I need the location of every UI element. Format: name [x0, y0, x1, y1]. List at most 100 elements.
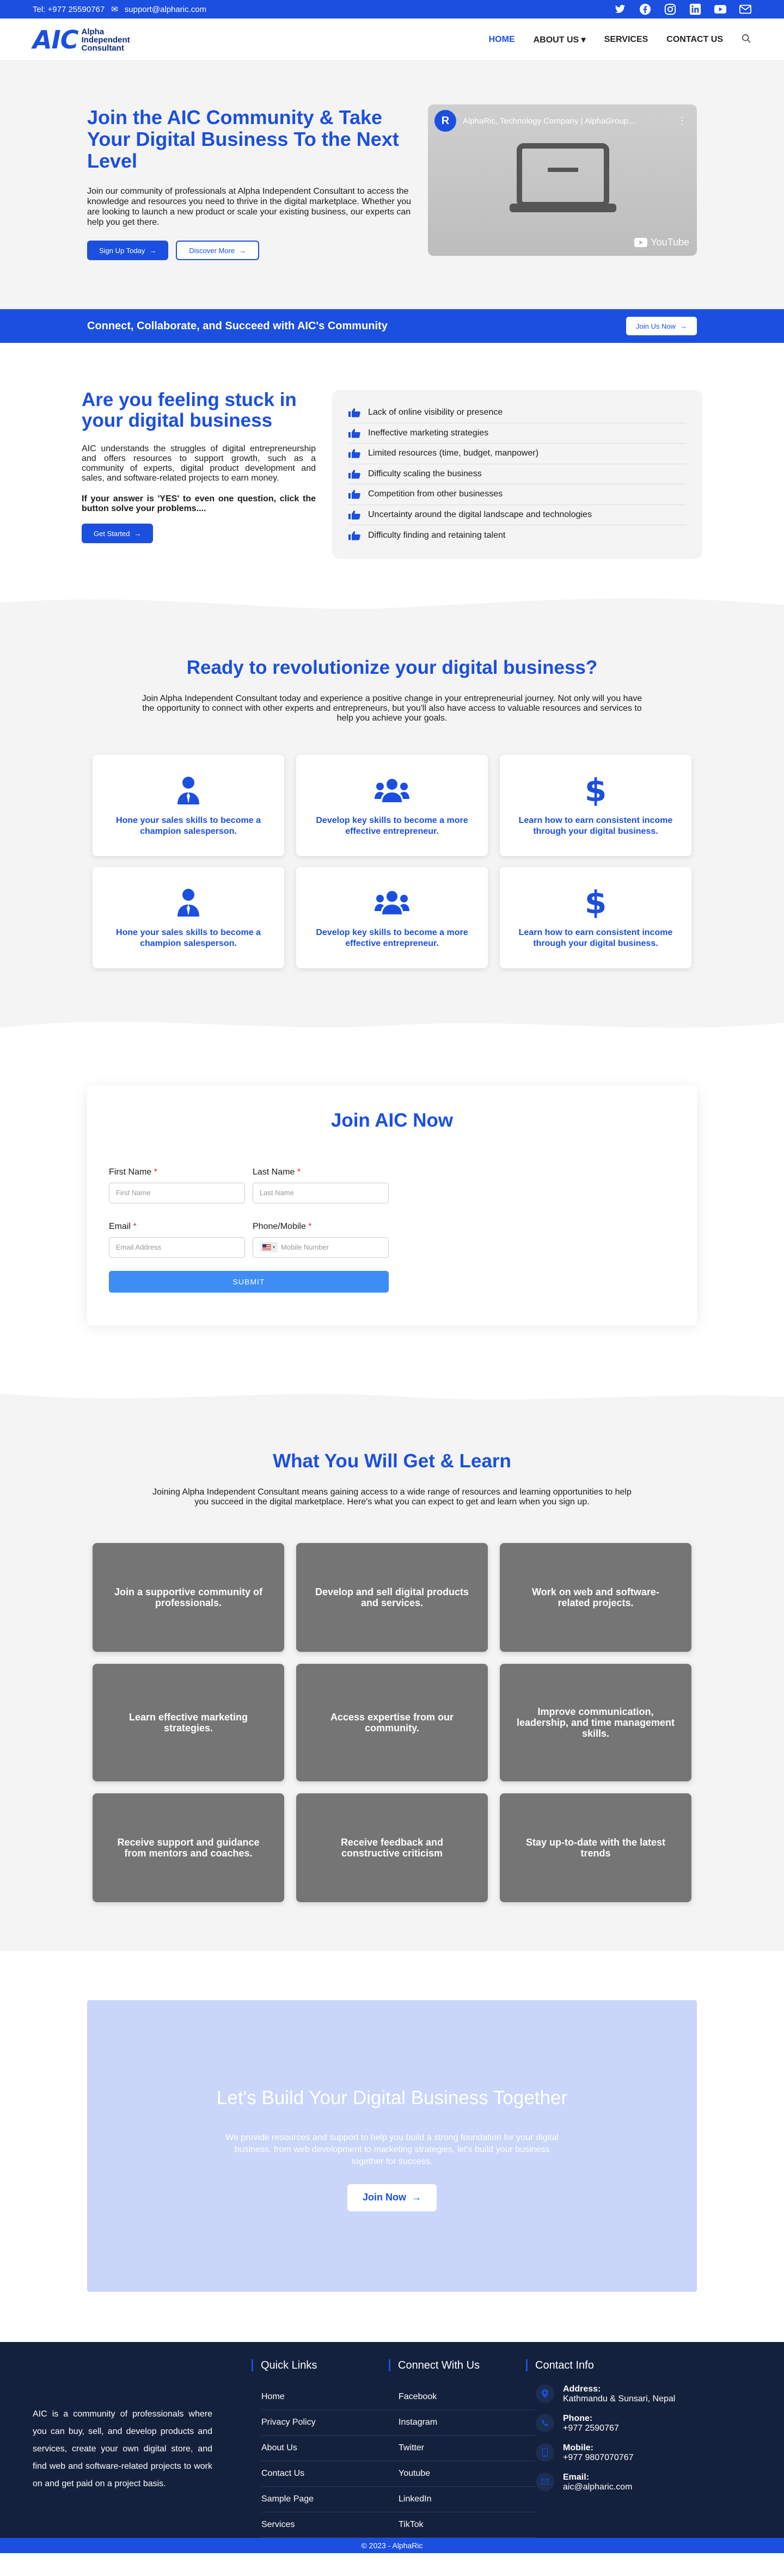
problems-list: Lack of online visibility or presence In…	[332, 390, 702, 559]
facebook-icon[interactable]	[639, 3, 651, 15]
nav-home[interactable]: HOME	[489, 35, 515, 45]
feature-card: $ Learn how to earn consistent income thr…	[500, 754, 691, 856]
join-now-button[interactable]: Join Now →	[347, 2184, 437, 2211]
contact-address: Address: Kathmandu & Sunsari, Nepal	[536, 2384, 721, 2404]
footer-link-sample[interactable]: Sample Page	[261, 2487, 399, 2512]
video-embed[interactable]: R AlphaRic, Technology Company | AlphaGr…	[428, 104, 697, 256]
youtube-icon[interactable]	[714, 3, 726, 15]
footer-link-linkedin[interactable]: LinkedIn	[399, 2487, 536, 2512]
person-icon	[176, 886, 200, 919]
first-name-field[interactable]: First Name	[109, 1182, 245, 1203]
cta-title: Let's Build Your Digital Business Togeth…	[216, 2087, 568, 2108]
mail-icon	[536, 2472, 554, 2491]
footer-link-services[interactable]: Services	[261, 2512, 399, 2538]
discover-more-button[interactable]: Discover More →	[176, 241, 260, 260]
first-name-placeholder: First Name	[116, 1189, 151, 1197]
mobile-label: Mobile:	[563, 2443, 593, 2452]
nav-services[interactable]: SERVICES	[604, 35, 648, 45]
footer-link-facebook[interactable]: Facebook	[399, 2384, 536, 2410]
contact-email: Email: aic@alpharic.com	[536, 2472, 721, 2492]
footer-link-tiktok[interactable]: TikTok	[399, 2512, 536, 2538]
footer-link-youtube[interactable]: Youtube	[399, 2461, 536, 2487]
thumbs-up-icon	[348, 510, 360, 520]
list-item: Difficulty finding and retaining talent	[348, 525, 686, 546]
cta-section: Let's Build Your Digital Business Togeth…	[0, 1951, 784, 2342]
email-field[interactable]: Email Address	[109, 1237, 245, 1258]
feature-card: $ Learn how to earn consistent income thr…	[500, 866, 691, 968]
sign-up-button[interactable]: Sign Up Today →	[87, 241, 169, 260]
feature-text: Hone your sales skills to become a champ…	[116, 815, 261, 836]
footer-link-home[interactable]: Home	[261, 2384, 399, 2410]
get-started-button[interactable]: Get Started →	[82, 524, 154, 543]
hero-text: Join our community of professionals at A…	[87, 187, 412, 227]
stuck-question: If your answer is 'YES' to even one ques…	[82, 494, 316, 513]
nav-about-us[interactable]: ABOUT US ▾	[534, 34, 586, 45]
contact-title: Contact Info	[526, 2359, 721, 2371]
last-name-field[interactable]: Last Name	[253, 1182, 389, 1203]
footer-link-about[interactable]: About Us	[261, 2436, 399, 2461]
country-flag-icon[interactable]: ▾	[260, 1242, 278, 1252]
footer-link-privacy[interactable]: Privacy Policy	[261, 2410, 399, 2436]
nav-about-us-label: ABOUT US	[533, 35, 579, 45]
footer-link-contact[interactable]: Contact Us	[261, 2461, 399, 2487]
site-header: AIC Alpha Independent Consultant HOME AB…	[0, 19, 784, 61]
submit-button[interactable]: SUBMIT	[109, 1270, 389, 1293]
search-icon[interactable]	[742, 34, 751, 46]
phone-link[interactable]: Tel: +977 25590767	[33, 5, 105, 14]
learn-card: Work on web and software-related project…	[500, 1542, 691, 1652]
site-logo[interactable]: AIC Alpha Independent Consultant	[33, 25, 130, 54]
person-icon	[176, 774, 200, 807]
list-item: Uncertainty around the digital landscape…	[348, 505, 686, 525]
last-name-label: Last Name *	[253, 1167, 389, 1177]
email-label: Email:	[563, 2472, 590, 2482]
thumbs-up-icon	[348, 448, 360, 458]
footer-link-instagram[interactable]: Instagram	[399, 2410, 536, 2436]
copyright: © 2023 - AlphaRic	[0, 2537, 784, 2553]
phone-field[interactable]: ▾ Mobile Number	[253, 1237, 389, 1258]
learn-card: Develop and sell digital products and se…	[296, 1542, 488, 1652]
learn-text: Joining Alpha Independent Consultant mea…	[152, 1487, 632, 1507]
last-name-placeholder: Last Name	[260, 1189, 294, 1197]
join-form-section: Join AIC Now First Name * First Name Las…	[0, 1039, 784, 1385]
problem-text: Ineffective marketing strategies	[368, 428, 489, 438]
learn-card: Access expertise from our community.	[296, 1663, 488, 1781]
arrow-right-icon: →	[239, 246, 247, 255]
learn-card: Receive feedback and constructive critic…	[296, 1793, 488, 1902]
thumbs-up-icon	[348, 408, 360, 417]
twitter-icon[interactable]	[614, 3, 626, 15]
envelope-icon[interactable]	[739, 3, 751, 15]
address-label: Address:	[563, 2384, 601, 2394]
email-link[interactable]: support@alpharic.com	[125, 5, 206, 14]
instagram-icon[interactable]	[664, 3, 676, 15]
nav-contact-us[interactable]: CONTACT US	[666, 35, 723, 45]
logo-mark: AIC	[33, 25, 78, 54]
channel-avatar[interactable]: R	[434, 110, 456, 132]
video-title[interactable]: AlphaRic, Technology Company | AlphaGrou…	[463, 116, 635, 126]
arrow-right-icon: →	[680, 322, 687, 330]
sign-up-label: Sign Up Today	[99, 246, 145, 255]
users-icon	[375, 886, 409, 919]
footer-link-twitter[interactable]: Twitter	[399, 2436, 536, 2461]
youtube-logo[interactable]: YouTube	[634, 237, 689, 248]
phone-label: Phone:	[563, 2413, 593, 2423]
youtube-label: YouTube	[651, 237, 689, 248]
arrow-right-icon: →	[134, 529, 142, 538]
mobile-value[interactable]: +977 9807070767	[563, 2453, 633, 2463]
linkedin-icon[interactable]	[689, 3, 701, 15]
phone-value[interactable]: +977 2590767	[563, 2424, 619, 2433]
contact-phone: Phone: +977 2590767	[536, 2413, 721, 2433]
hero-section: Join the AIC Community & Take Your Digit…	[0, 61, 784, 309]
feature-text: Develop key skills to become a more effe…	[316, 815, 468, 836]
join-form: Join AIC Now First Name * First Name Las…	[87, 1085, 697, 1325]
address-value: Kathmandu & Sunsari, Nepal	[563, 2394, 676, 2403]
stuck-section: Are you feeling stuck in your digital bu…	[0, 343, 784, 592]
join-us-label: Join Us Now	[636, 322, 676, 330]
list-item: Limited resources (time, budget, manpowe…	[348, 444, 686, 464]
email-placeholder: Email Address	[116, 1243, 162, 1251]
logo-line-3: Consultant	[81, 43, 124, 53]
learn-card: Receive support and guidance from mentor…	[93, 1793, 284, 1902]
join-us-button[interactable]: Join Us Now →	[626, 317, 697, 335]
email-value[interactable]: aic@alpharic.com	[563, 2482, 632, 2492]
stuck-title: Are you feeling stuck in your digital bu…	[82, 389, 297, 431]
more-options-icon[interactable]: ⋮	[677, 115, 687, 127]
